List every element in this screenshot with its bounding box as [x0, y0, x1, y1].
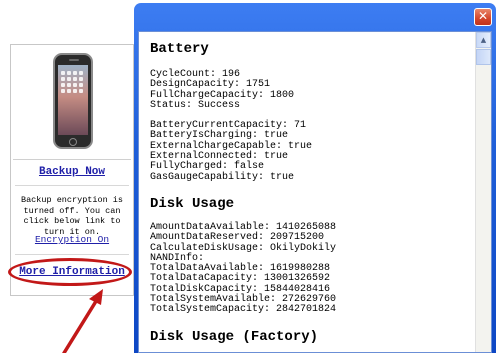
encryption-on-link[interactable]: Encryption On: [11, 234, 133, 245]
property-group: CycleCount: 196 DesignCapacity: 1751 FullC…: [150, 69, 468, 111]
property-line: GasGaugeCapability: true: [150, 171, 295, 183]
device-info-window: ✕ Battery CycleCount: 196 DesignCapacity: …: [134, 3, 496, 353]
property-group: AmountDataAvailable: 1410265088 AmountDat…: [150, 222, 468, 316]
iphone-image: [53, 53, 93, 149]
scroll-up-arrow-icon[interactable]: ▲: [476, 32, 491, 48]
backup-now-link[interactable]: Backup Now: [11, 166, 133, 178]
device-info-text: Battery CycleCount: 196 DesignCapacity: 17…: [150, 40, 468, 346]
phone-screen: [58, 65, 88, 135]
phone-speaker: [69, 59, 79, 61]
window-content: Battery CycleCount: 196 DesignCapacity: 17…: [138, 31, 492, 353]
property-line: TotalSystemCapacity: 2842701824: [150, 304, 337, 316]
device-image-frame: [13, 47, 131, 160]
section-title: Disk Usage (Factory): [150, 328, 319, 345]
highlight-oval: [8, 258, 132, 286]
property-group: BatteryCurrentCapacity: 71 BatteryIsCharg…: [150, 120, 468, 183]
section-title: Disk Usage: [150, 195, 235, 212]
section-title: Battery: [150, 41, 209, 57]
app-icons: [61, 71, 85, 93]
divider: [15, 185, 129, 186]
scroll-thumb[interactable]: [476, 49, 491, 65]
divider: [15, 254, 129, 255]
close-button[interactable]: ✕: [474, 8, 492, 26]
vertical-scrollbar[interactable]: ▲: [475, 32, 491, 352]
property-line: Status: Success: [150, 99, 241, 111]
encryption-status-text: Backup encryption is turned off. You can…: [20, 195, 124, 237]
home-button: [69, 138, 77, 146]
